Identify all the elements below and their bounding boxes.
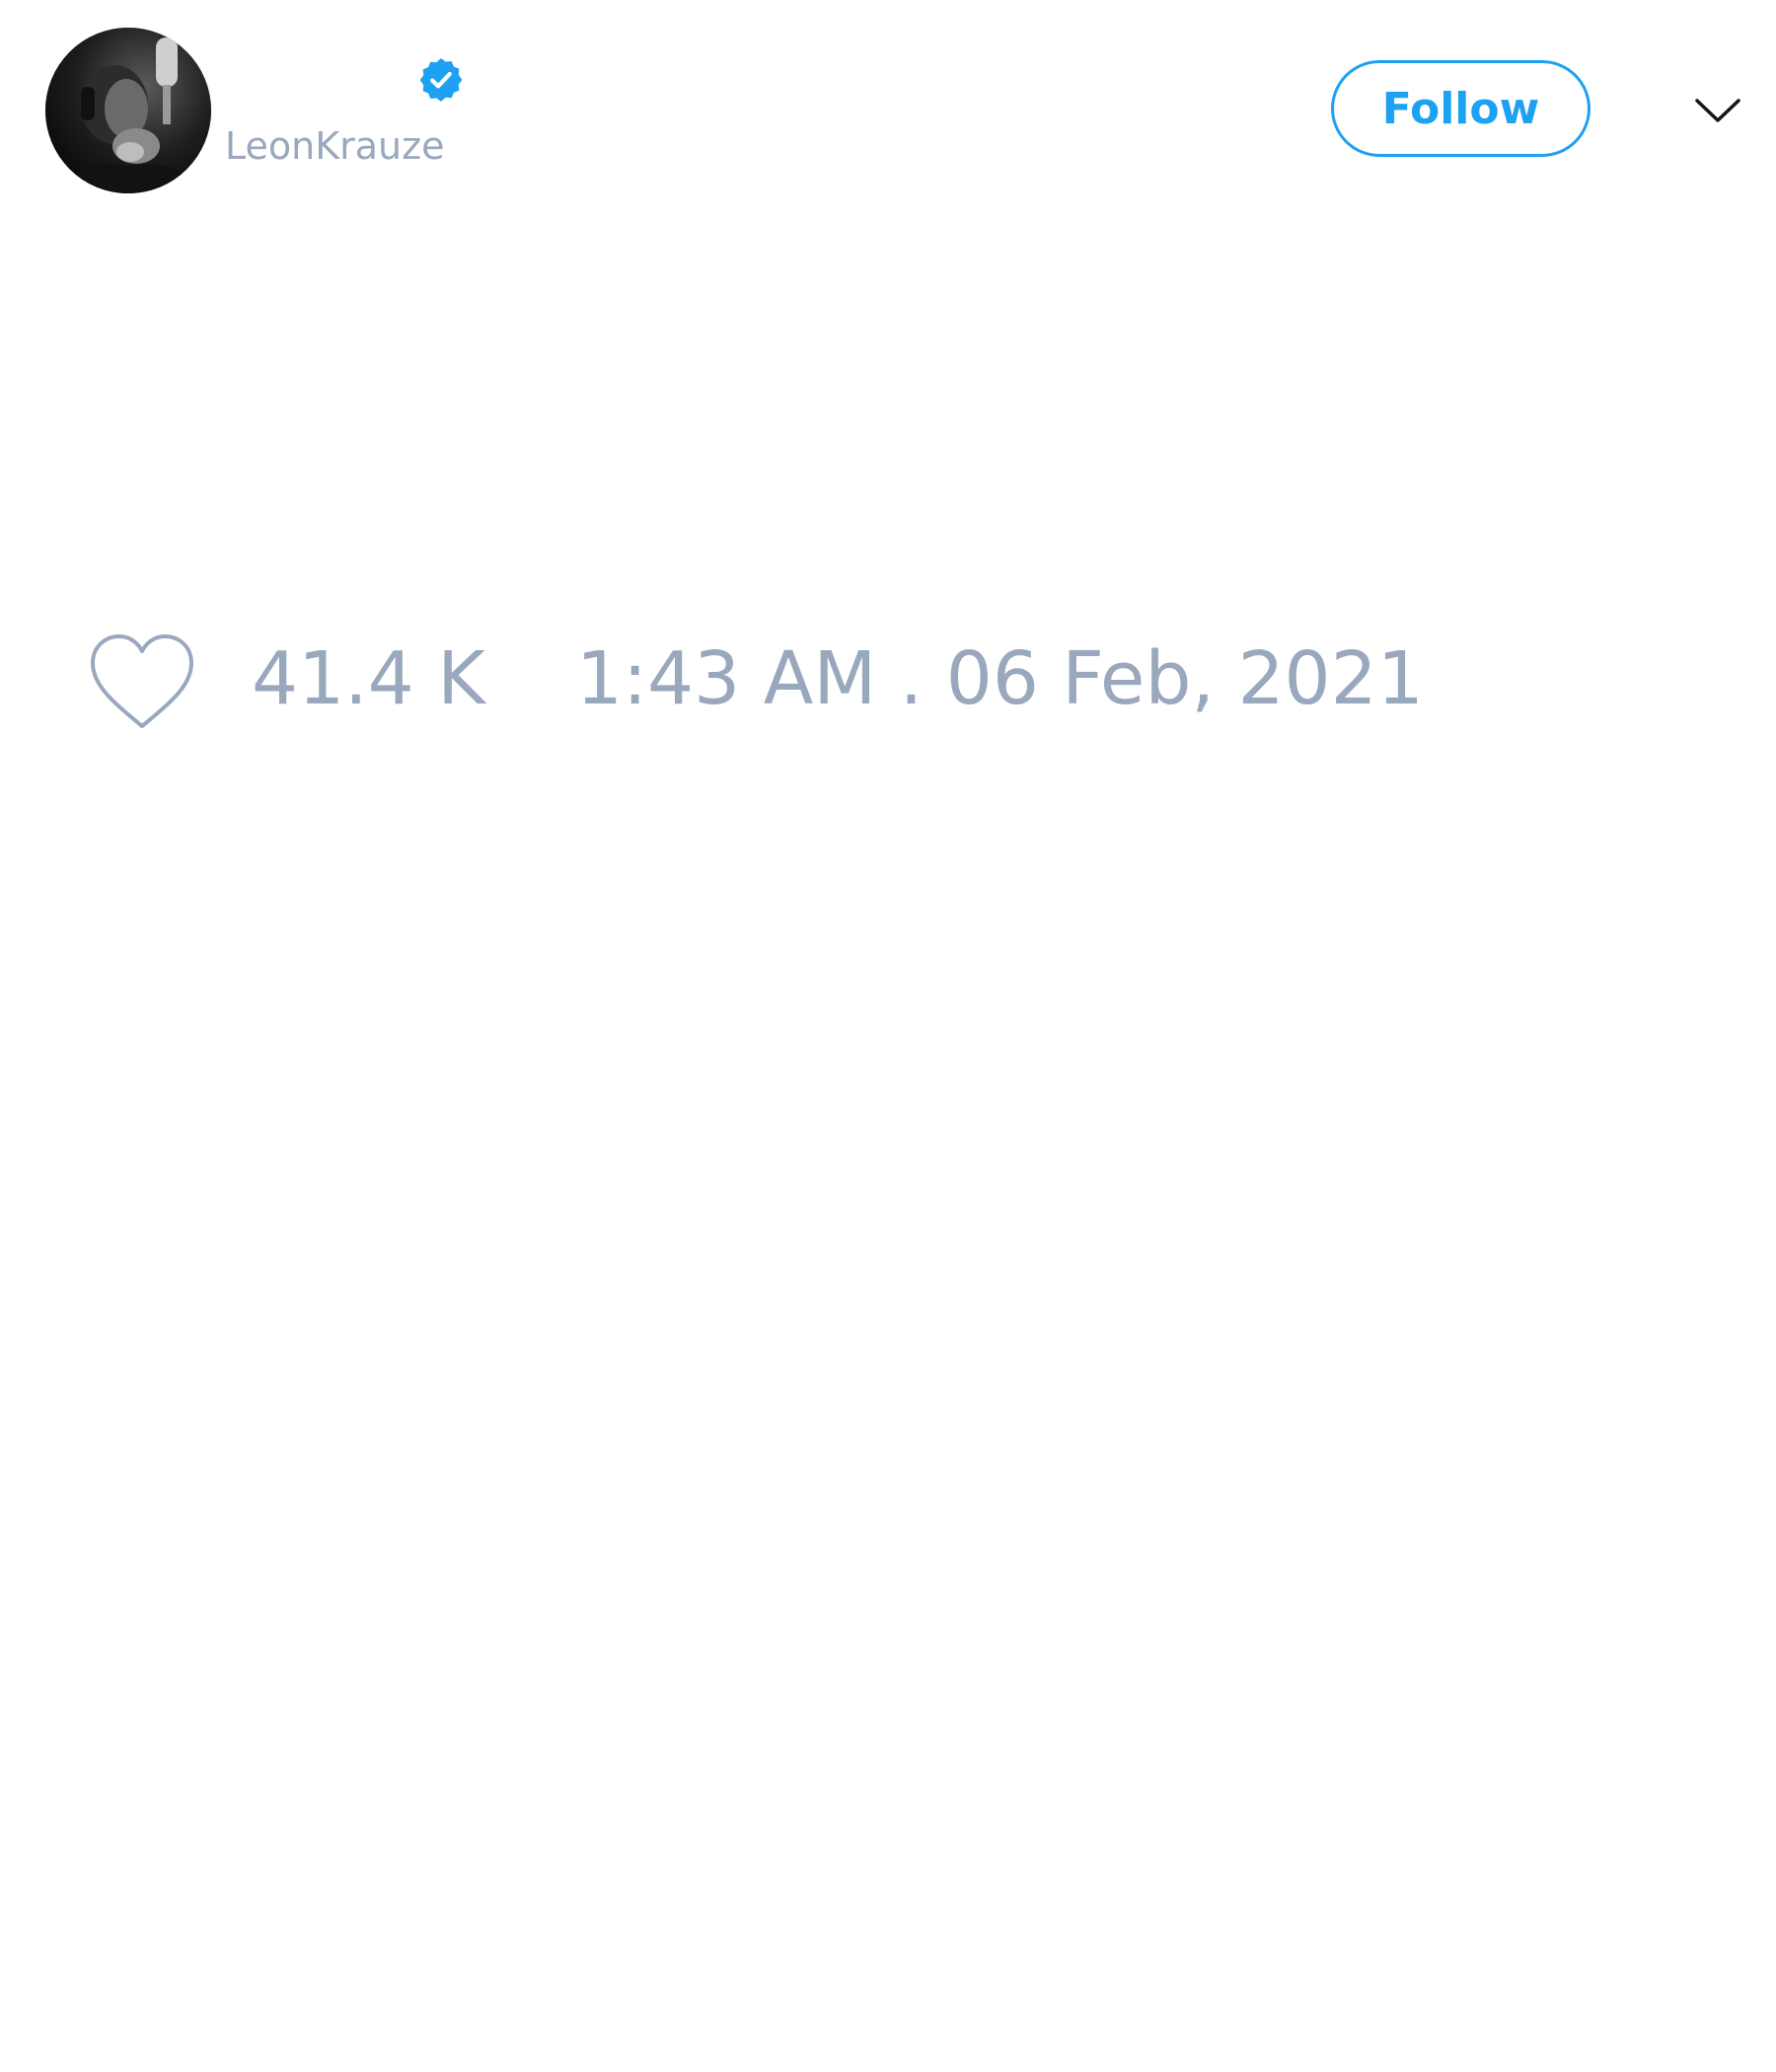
- timestamp[interactable]: 1:43 AM . 06 Feb, 2021: [576, 638, 1424, 719]
- verified-badge-icon: [419, 58, 463, 102]
- avatar[interactable]: [45, 28, 211, 193]
- chevron-down-icon[interactable]: [1693, 93, 1742, 126]
- heart-outline-icon[interactable]: [89, 633, 195, 732]
- username[interactable]: LeonKrauze: [225, 124, 444, 170]
- like-count: 41.4 K: [252, 636, 485, 721]
- follow-button[interactable]: Follow: [1331, 60, 1591, 157]
- avatar-photo: [45, 28, 211, 193]
- tweet-card: LeonKrauze Follow 41.4 K 1:43 AM . 06 Fe…: [0, 0, 1776, 2072]
